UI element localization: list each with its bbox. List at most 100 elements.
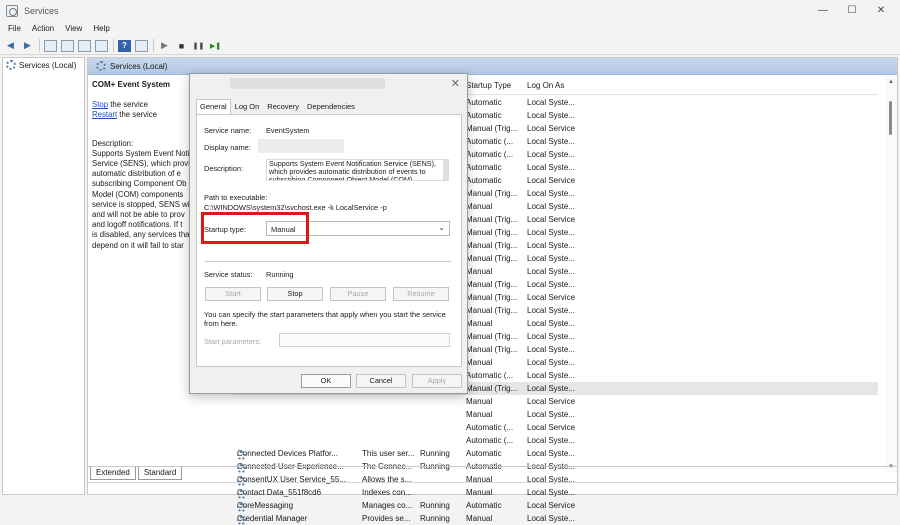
table-row[interactable]: CoreMessaging Manages co... Running Automat… — [233, 499, 878, 512]
tab-extended[interactable]: Extended — [90, 467, 136, 480]
service-description: This user ser... — [362, 449, 415, 458]
description-line: is disabled, any services tha — [92, 230, 190, 240]
service-title: COM+ Event System — [92, 80, 171, 89]
table-row[interactable]: Manual Local Syste... — [233, 408, 878, 421]
services-app-icon — [6, 4, 18, 17]
service-startup-type: Automatic (... — [466, 371, 514, 380]
menu-action[interactable]: Action — [32, 24, 54, 33]
pause-button[interactable]: Pause — [330, 287, 386, 301]
stop-button[interactable]: Stop — [267, 287, 323, 301]
service-startup-type: Manual (Trig... — [466, 332, 518, 341]
service-status-value: Running — [266, 270, 294, 279]
export-list-icon[interactable] — [95, 39, 108, 52]
table-row[interactable]: Credential Manager Provides se... Running M… — [233, 512, 878, 525]
window-title: Services — [24, 5, 59, 16]
description-label: Description: — [92, 138, 134, 148]
stop-service-link[interactable]: Stop — [92, 100, 108, 109]
cancel-button[interactable]: Cancel — [356, 374, 406, 388]
description-field-label: Description: — [204, 164, 244, 173]
service-log-on-as: Local Syste... — [527, 436, 576, 445]
restart-service-icon[interactable]: ▶❚ — [209, 40, 222, 52]
service-log-on-as: Local Syste... — [527, 371, 576, 380]
help-icon[interactable]: ? — [118, 39, 131, 52]
resume-button[interactable]: Resume — [393, 287, 449, 301]
ok-button[interactable]: OK — [301, 374, 351, 388]
service-log-on-as: Local Syste... — [527, 358, 576, 367]
display-name-field-redacted[interactable] — [258, 139, 344, 153]
service-name-cell: Connected Devices Platfor... — [237, 449, 338, 460]
service-startup-type: Automatic — [466, 163, 502, 172]
dialog-close-icon[interactable]: ✕ — [451, 77, 460, 90]
description-line: depend on it will fail to star — [92, 240, 184, 250]
service-startup-type: Automatic — [466, 98, 502, 107]
start-parameters-input[interactable] — [279, 333, 450, 347]
close-button[interactable]: ✕ — [867, 0, 895, 21]
service-log-on-as: Local Service — [527, 124, 576, 133]
table-row[interactable]: Automatic (... Local Service — [233, 421, 878, 434]
column-startup-type[interactable]: Startup Type — [466, 81, 511, 90]
forward-arrow-icon[interactable]: ▶ — [21, 40, 34, 52]
console-tree-pane: Services (Local) — [2, 57, 85, 495]
service-log-on-as: Local Service — [527, 215, 576, 224]
service-startup-type: Automatic (... — [466, 436, 514, 445]
gear-icon — [237, 503, 246, 512]
menu-file[interactable]: File — [8, 24, 21, 33]
service-status: Running — [420, 449, 450, 458]
service-startup-type: Automatic (... — [466, 150, 514, 159]
service-startup-type: Manual (Trig... — [466, 124, 518, 133]
service-startup-type: Automatic — [466, 111, 502, 120]
back-arrow-icon[interactable]: ◀ — [4, 40, 17, 52]
general-tab-panel: Service name: EventSystem Display name: … — [196, 114, 462, 367]
minimize-button[interactable]: — — [809, 0, 837, 21]
description-line: and logoff notifications. If t — [92, 220, 183, 230]
vertical-scrollbar[interactable]: ▲ ▼ — [885, 76, 897, 473]
table-row[interactable]: Manual Local Service — [233, 395, 878, 408]
service-startup-type: Manual — [466, 319, 493, 328]
table-row[interactable]: Automatic (... Local Syste... — [233, 434, 878, 447]
maximize-button[interactable]: ☐ — [838, 0, 866, 21]
service-log-on-as: Local Service — [527, 397, 576, 406]
dialog-title-bar: ✕ — [190, 74, 467, 95]
tab-standard[interactable]: Standard — [137, 467, 183, 480]
description-line: automatic distribution of e — [92, 169, 181, 179]
service-startup-type: Manual (Trig... — [466, 306, 518, 315]
description-field[interactable]: Supports System Event Notification Servi… — [266, 159, 449, 181]
service-log-on-as: Local Syste... — [527, 449, 576, 458]
path-label: Path to executable: — [204, 193, 268, 202]
tab-log-on[interactable]: Log On — [231, 99, 264, 115]
service-name-cell: CoreMessaging — [237, 501, 293, 512]
scrollbar-thumb[interactable] — [889, 101, 892, 135]
dialog-title-redacted — [230, 78, 385, 89]
refresh-icon[interactable] — [78, 39, 91, 52]
service-log-on-as: Local Syste... — [527, 163, 576, 172]
service-log-on-as: Local Syste... — [527, 150, 576, 159]
pause-service-icon[interactable]: ❚❚ — [192, 40, 205, 52]
gear-icon — [96, 61, 106, 71]
service-log-on-as: Local Syste... — [527, 345, 576, 354]
tab-general[interactable]: General — [196, 99, 231, 115]
restart-service-link[interactable]: Restart — [92, 110, 117, 119]
path-value: C:\WINDOWS\system32\svchost.exe -k Local… — [204, 203, 387, 212]
start-button[interactable]: Start — [205, 287, 261, 301]
service-startup-type: Manual (Trig... — [466, 293, 518, 302]
service-startup-type: Manual (Trig... — [466, 345, 518, 354]
start-service-icon[interactable]: ▶ — [158, 40, 171, 52]
apply-button[interactable]: Apply — [412, 374, 462, 388]
service-log-on-as: Local Syste... — [527, 267, 576, 276]
menu-help[interactable]: Help — [93, 24, 109, 33]
menu-view[interactable]: View — [65, 24, 82, 33]
service-log-on-as: Local Syste... — [527, 241, 576, 250]
table-row[interactable]: Connected Devices Platfor... This user se… — [233, 447, 878, 460]
show-hide-action-pane-icon[interactable] — [135, 39, 148, 52]
column-log-on-as[interactable]: Log On As — [527, 81, 564, 90]
scroll-up-icon[interactable]: ▲ — [888, 79, 894, 85]
stop-service-icon[interactable]: ■ — [175, 40, 188, 52]
tab-recovery[interactable]: Recovery — [263, 99, 303, 115]
service-log-on-as: Local Syste... — [527, 98, 576, 107]
restart-service-line: Restart the service — [92, 110, 192, 120]
service-log-on-as: Local Syste... — [527, 254, 576, 263]
tree-node-services-local[interactable]: Services (Local) — [6, 60, 84, 70]
tab-dependencies[interactable]: Dependencies — [303, 99, 359, 115]
properties-icon[interactable] — [61, 39, 74, 52]
console-tree-icon[interactable] — [44, 39, 57, 52]
